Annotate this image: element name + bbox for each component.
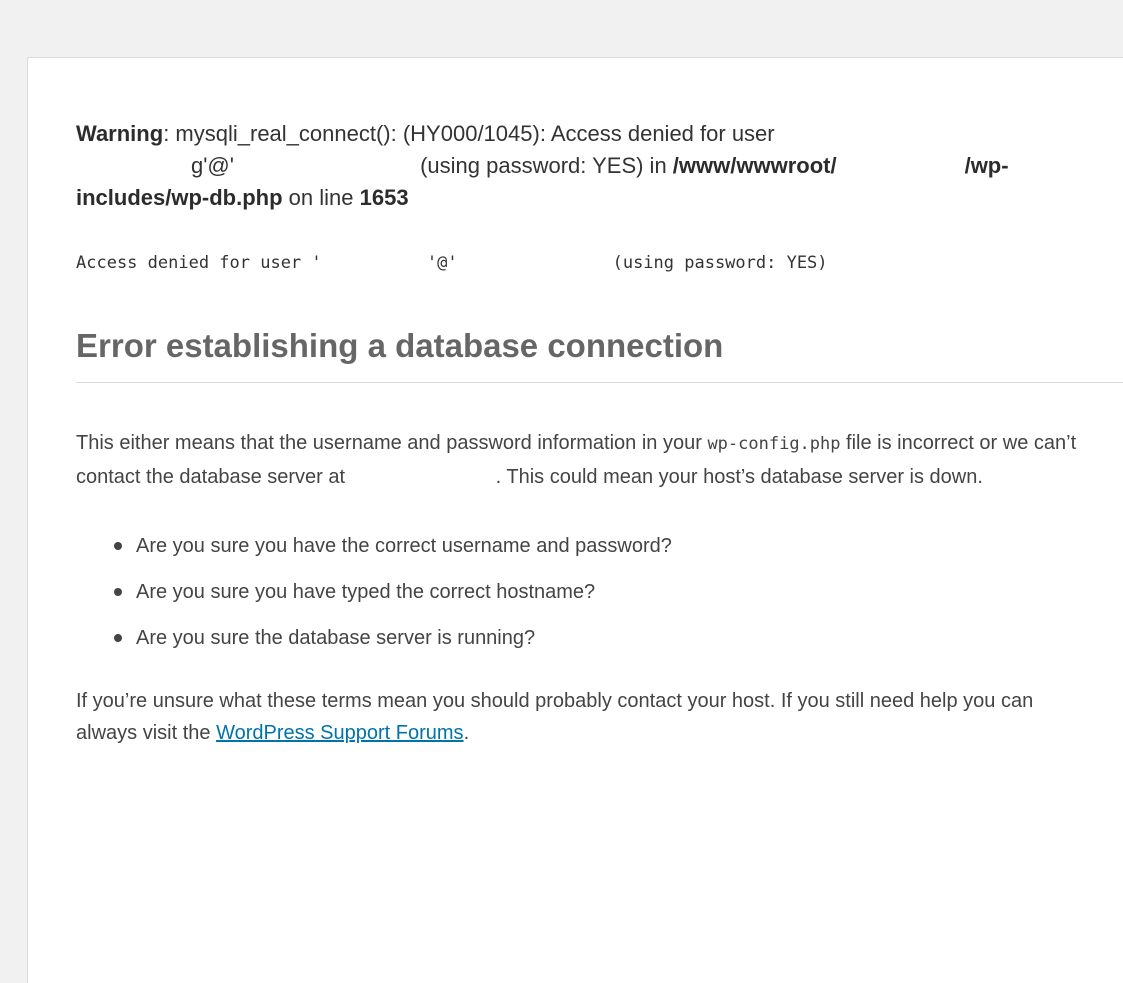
- redacted-site-dir: [836, 150, 965, 180]
- list-item: Are you sure the database server is runn…: [76, 615, 672, 661]
- help-paragraph: If you’re unsure what these terms mean y…: [76, 685, 1096, 749]
- help-end: .: [463, 722, 470, 744]
- php-warning: Warning: mysqli_real_connect(): (HY000/1…: [76, 118, 1056, 214]
- redacted-mono-user: [321, 249, 417, 273]
- warning-user-tail: g'@': [191, 153, 234, 178]
- intro-part-a: This either means that the username and …: [76, 432, 708, 454]
- warning-separator: :: [163, 121, 176, 146]
- redacted-db-host: [350, 464, 496, 491]
- warning-message: mysqli_real_connect(): (HY000/1045): Acc…: [175, 121, 775, 146]
- warning-label: Warning: [76, 121, 164, 146]
- bullet-icon: [114, 634, 122, 642]
- list-item-text: Are you sure the database server is runn…: [136, 627, 536, 649]
- page-title: Error establishing a database connection: [76, 324, 1123, 383]
- mono-suffix: (using password: YES): [612, 253, 828, 273]
- error-page: Warning: mysqli_real_connect(): (HY000/1…: [27, 57, 1123, 983]
- bullet-icon: [114, 588, 122, 596]
- mono-mid: '@': [416, 253, 458, 273]
- bullet-icon: [114, 542, 122, 550]
- list-item: Are you sure you have typed the correct …: [76, 569, 672, 615]
- support-forums-link[interactable]: WordPress Support Forums: [216, 722, 464, 744]
- warning-message-b: (using password: YES) in: [413, 153, 673, 178]
- intro-part-c: . This could mean your host’s database s…: [495, 466, 983, 488]
- intro-paragraph: This either means that the username and …: [76, 427, 1096, 494]
- config-filename: wp-config.php: [707, 434, 841, 454]
- list-item-text: Are you sure you have the correct userna…: [136, 535, 672, 557]
- troubleshooting-list: Are you sure you have the correct userna…: [76, 523, 672, 661]
- access-denied-message: Access denied for user ' '@' (using passw…: [76, 249, 828, 277]
- warning-path-a: /www/wwwroot/: [672, 153, 837, 178]
- list-item: Are you sure you have the correct userna…: [76, 523, 672, 569]
- redacted-user: [76, 150, 191, 180]
- redacted-host: [233, 150, 414, 180]
- list-item-text: Are you sure you have typed the correct …: [136, 581, 596, 603]
- mono-prefix: Access denied for user ': [76, 253, 322, 273]
- redacted-mono-host: [457, 249, 613, 273]
- warning-line-number: 1653: [359, 185, 409, 210]
- warning-on-line: on line: [282, 185, 360, 210]
